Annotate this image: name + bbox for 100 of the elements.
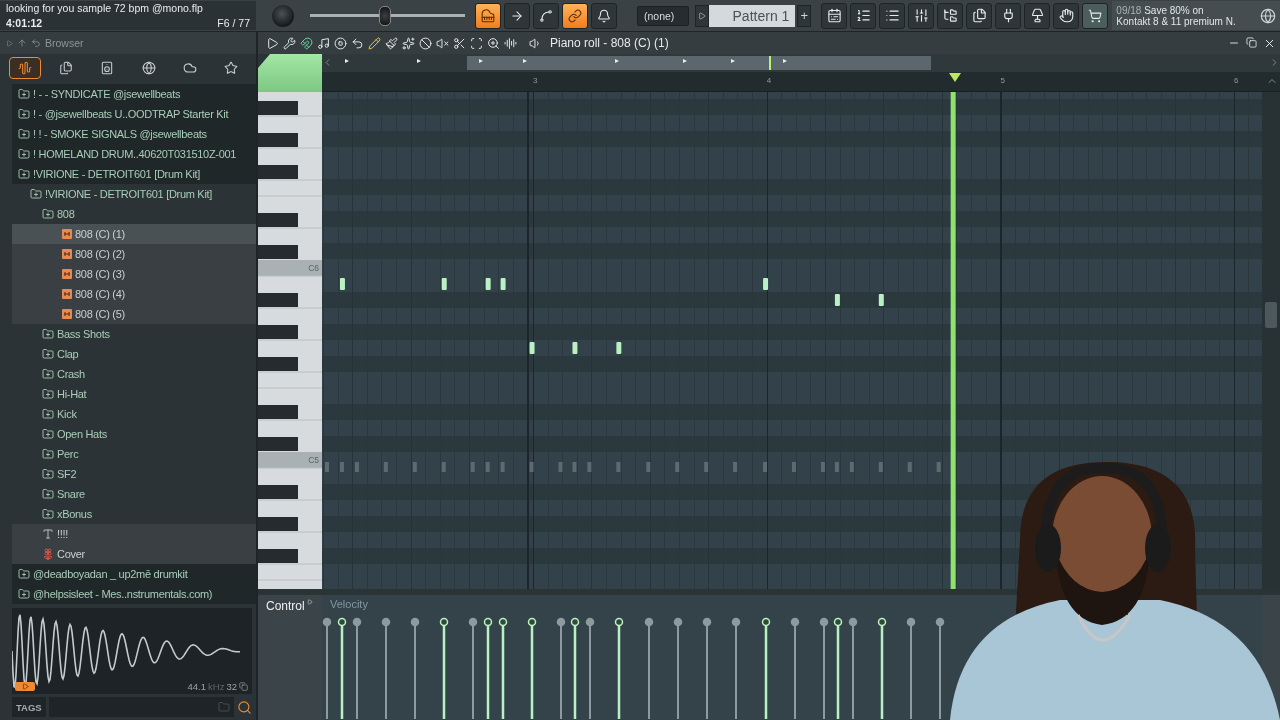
folder-icon — [42, 428, 54, 440]
velocity-bar[interactable] — [381, 617, 391, 719]
sparkles-icon — [402, 36, 415, 50]
browser-item[interactable]: 808 (C) (2) — [12, 244, 256, 264]
velocity-bar[interactable] — [410, 617, 420, 719]
velocity-bar[interactable] — [483, 617, 493, 719]
browser-item[interactable]: ! - - SYNDICATE @jsewellbeats — [12, 84, 256, 104]
velocity-bar[interactable] — [322, 617, 332, 719]
browser-item[interactable]: ! - @jsewellbeats U..OODTRAP Starter Kit — [12, 104, 256, 124]
control-label[interactable]: Control — [266, 599, 305, 720]
browser-item[interactable]: !VIRIONE - DETROIT601 [Drum Kit] — [12, 164, 256, 184]
browser-item[interactable]: Snare — [12, 484, 256, 504]
velocity-bar[interactable] — [790, 617, 800, 719]
pattern-menu-button[interactable] — [695, 4, 710, 27]
browser-item[interactable]: @deadboyadan _ up2mē drumkit — [12, 564, 256, 584]
browser-item[interactable]: Bass Shots — [12, 324, 256, 344]
toolbar-button[interactable] — [1053, 2, 1080, 29]
browser-item[interactable]: 808 (C) (3) — [12, 264, 256, 284]
velocity-bar[interactable] — [935, 617, 945, 719]
velocity-bar[interactable] — [833, 617, 843, 719]
slider-thumb[interactable] — [379, 5, 392, 26]
velocity-bar[interactable] — [819, 617, 829, 719]
note[interactable] — [572, 342, 578, 354]
toolbar-button[interactable] — [908, 2, 935, 29]
velocity-bar[interactable] — [731, 617, 741, 719]
toolbar-button[interactable] — [1024, 2, 1051, 29]
toolbar-button[interactable] — [821, 2, 848, 29]
toolbar-button[interactable] — [995, 2, 1022, 29]
toolbar-toggle[interactable] — [475, 2, 501, 29]
browser-item[interactable]: Clap — [12, 344, 256, 364]
audio-file-icon — [62, 249, 72, 259]
up-arrow-icon — [17, 38, 27, 48]
browser-item[interactable]: Cover — [12, 544, 256, 564]
toolbar-toggle[interactable] — [562, 2, 588, 29]
velocity-bar[interactable] — [644, 617, 654, 719]
browser-item[interactable]: 808 (C) (5) — [12, 304, 256, 324]
browser-item[interactable]: !!!! — [12, 524, 256, 544]
note[interactable] — [339, 278, 345, 290]
browser-item[interactable]: ! ! - SMOKE SIGNALS @jsewellbeats — [12, 124, 256, 144]
add-pattern-button[interactable]: + — [797, 4, 812, 27]
velocity-bar[interactable] — [337, 617, 347, 719]
toolbar-button[interactable] — [966, 2, 993, 29]
velocity-bar[interactable] — [673, 617, 683, 719]
toolbar-button[interactable] — [850, 2, 877, 29]
note[interactable] — [441, 278, 447, 290]
browser-item[interactable]: Kick — [12, 404, 256, 424]
news-panel[interactable]: 09/18 Save 80% on Kontakt 8 & 11 premium N. — [1112, 1, 1280, 30]
note[interactable] — [529, 342, 535, 354]
arrangement-dropdown[interactable]: (none) — [637, 5, 690, 26]
ghost-note — [616, 462, 621, 472]
velocity-bar[interactable] — [906, 617, 916, 719]
toolbar-button[interactable] — [1082, 2, 1109, 29]
browser-item[interactable]: 808 (C) (1) — [12, 224, 256, 244]
velocity-bar[interactable] — [702, 617, 712, 719]
toolbar-button[interactable] — [879, 2, 906, 29]
browser-item[interactable]: 808 (C) (4) — [12, 284, 256, 304]
velocity-bar[interactable] — [352, 617, 362, 719]
note[interactable] — [485, 278, 491, 290]
scrollbar-thumb[interactable] — [1265, 302, 1277, 328]
velocity-bar[interactable] — [556, 617, 566, 719]
play-icon — [698, 11, 707, 20]
piano-icon — [481, 8, 495, 23]
browser-item[interactable]: Hi-Hat — [12, 384, 256, 404]
note[interactable] — [500, 278, 506, 290]
toolbar-button[interactable] — [937, 2, 964, 29]
velocity-bar[interactable] — [614, 617, 624, 719]
browser-item[interactable]: ! HOMELAND DRUM..40620T031510Z-001 — [12, 144, 256, 164]
browser-item[interactable]: Open Hats — [12, 424, 256, 444]
toolbar-toggle[interactable] — [591, 2, 617, 29]
pencil-icon — [368, 36, 381, 50]
browser-item[interactable]: !VIRIONE - DETROIT601 [Drum Kit] — [12, 184, 256, 204]
browser-item[interactable]: xBonus — [12, 504, 256, 524]
sliders-icon — [913, 8, 929, 23]
browser-item[interactable]: @helpsisleet - Mes..nstrumentals.com) — [12, 584, 256, 604]
note[interactable] — [616, 342, 622, 354]
velocity-bar[interactable] — [585, 617, 595, 719]
toolbar-toggle[interactable] — [533, 2, 559, 29]
velocity-bar[interactable] — [498, 617, 508, 719]
velocity-bar[interactable] — [877, 617, 887, 719]
tags-button[interactable]: TAGS — [12, 697, 46, 717]
sample-rate: 44.1 — [187, 681, 207, 692]
pattern-tab[interactable] — [258, 54, 322, 92]
velocity-bar[interactable] — [439, 617, 449, 719]
note[interactable] — [834, 294, 840, 306]
velocity-bar[interactable] — [527, 617, 537, 719]
tags-field[interactable] — [48, 697, 234, 717]
browser-tab[interactable] — [8, 57, 41, 79]
velocity-bar[interactable] — [468, 617, 478, 719]
pattern-field[interactable]: Pattern 1 — [709, 4, 796, 27]
velocity-bar[interactable] — [761, 617, 771, 719]
preview-play-button[interactable] — [15, 682, 35, 691]
browser-item[interactable]: 808 — [12, 204, 256, 224]
note[interactable] — [763, 278, 769, 290]
velocity-bar[interactable] — [848, 617, 858, 719]
note[interactable] — [878, 294, 884, 306]
browser-item[interactable]: Crash — [12, 364, 256, 384]
velocity-bar[interactable] — [570, 617, 580, 719]
browser-item[interactable]: Perc — [12, 444, 256, 464]
browser-item[interactable]: SF2 — [12, 464, 256, 484]
toolbar-toggle[interactable] — [504, 2, 530, 29]
